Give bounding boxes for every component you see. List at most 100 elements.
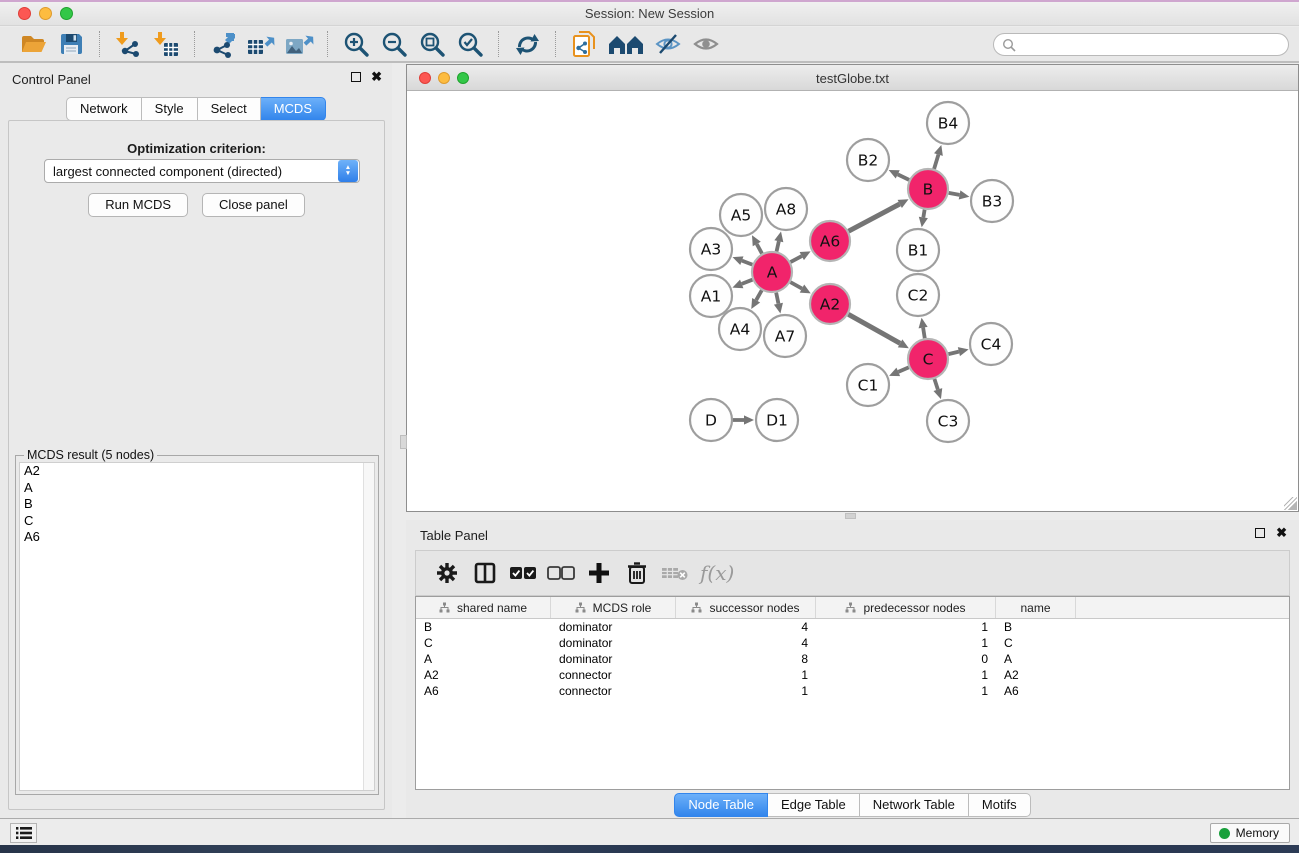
delete-table-icon[interactable] <box>660 558 690 588</box>
close-panel-button[interactable]: Close panel <box>202 193 305 217</box>
table-cell[interactable]: A <box>416 652 551 666</box>
tab-style[interactable]: Style <box>142 97 198 121</box>
graph-node-A6[interactable]: A6 <box>810 221 850 261</box>
table-row[interactable]: A6connector11A6 <box>416 683 1289 699</box>
graph-node-C[interactable]: C <box>908 339 948 379</box>
graph-node-B4[interactable]: B4 <box>927 102 969 144</box>
refresh-icon[interactable] <box>511 29 543 59</box>
table-cell[interactable]: 4 <box>676 620 816 634</box>
table-cell[interactable]: C <box>416 636 551 650</box>
graph-node-A2[interactable]: A2 <box>810 284 850 324</box>
graph-edge-C-C3[interactable] <box>933 379 942 399</box>
document-share-icon[interactable] <box>568 29 600 59</box>
gear-icon[interactable] <box>432 558 462 588</box>
graph-node-B3[interactable]: B3 <box>971 180 1013 222</box>
graph-edge-A-A8[interactable] <box>774 231 783 251</box>
eye-slash-icon[interactable] <box>652 29 684 59</box>
table-row[interactable]: Adominator80A <box>416 651 1289 667</box>
table-cell[interactable]: connector <box>551 668 676 682</box>
task-history-button[interactable] <box>10 823 37 843</box>
column-header-predecessor-nodes[interactable]: predecessor nodes <box>816 597 996 618</box>
graph-edge-D-D1[interactable] <box>733 415 754 424</box>
import-network-icon[interactable] <box>112 29 144 59</box>
graph-edge-A-A2[interactable] <box>790 282 810 293</box>
eye-icon[interactable] <box>690 29 722 59</box>
table-cell[interactable]: dominator <box>551 636 676 650</box>
table-cell[interactable]: 4 <box>676 636 816 650</box>
search-input[interactable] <box>993 33 1289 56</box>
table-cell[interactable]: B <box>996 620 1076 634</box>
graph-node-A1[interactable]: A1 <box>690 275 732 317</box>
tab-motifs[interactable]: Motifs <box>969 793 1031 817</box>
table-cell[interactable]: 1 <box>676 668 816 682</box>
mcds-result-list[interactable]: A2ABCA6 <box>19 462 375 791</box>
zoom-fit-icon[interactable] <box>416 29 448 59</box>
graph-edge-A6-B[interactable] <box>849 199 909 231</box>
resize-grip-icon[interactable] <box>1284 497 1297 510</box>
column-header-name[interactable]: name <box>996 597 1076 618</box>
table-cell[interactable]: A2 <box>416 668 551 682</box>
column-header-MCDS-role[interactable]: MCDS role <box>551 597 676 618</box>
add-icon[interactable] <box>584 558 614 588</box>
graph-node-A3[interactable]: A3 <box>690 228 732 270</box>
mcds-result-item[interactable]: A6 <box>20 529 374 546</box>
trash-icon[interactable] <box>622 558 652 588</box>
table-row[interactable]: A2connector11A2 <box>416 667 1289 683</box>
graph-node-A8[interactable]: A8 <box>765 188 807 230</box>
graph-edge-A-A5[interactable] <box>752 235 762 253</box>
export-image-icon[interactable] <box>283 29 315 59</box>
graph-node-C3[interactable]: C3 <box>927 400 969 442</box>
close-table-panel-icon[interactable]: ✖ <box>1276 528 1287 538</box>
graph-edge-B-B1[interactable] <box>919 210 928 228</box>
double-home-icon[interactable] <box>606 29 646 59</box>
import-table-icon[interactable] <box>150 29 182 59</box>
graph-edge-B-B3[interactable] <box>949 190 970 199</box>
network-canvas[interactable]: B4B2BB3A5A8A6B1A3AA1C2A2A4A7C4CC1C3DD1 <box>407 91 1298 511</box>
zoom-out-icon[interactable] <box>378 29 410 59</box>
graph-edge-A-A4[interactable] <box>751 290 761 309</box>
table-row[interactable]: Cdominator41C <box>416 635 1289 651</box>
graph-node-D1[interactable]: D1 <box>756 399 798 441</box>
graph-node-C2[interactable]: C2 <box>897 274 939 316</box>
table-cell[interactable]: 1 <box>816 620 996 634</box>
table-cell[interactable]: 1 <box>816 684 996 698</box>
table-cell[interactable]: A6 <box>416 684 551 698</box>
graph-node-D[interactable]: D <box>690 399 732 441</box>
table-cell[interactable]: 8 <box>676 652 816 666</box>
vertical-splitter-handle[interactable] <box>400 435 407 449</box>
optimization-criterion-select[interactable]: largest connected component (directed) ▲… <box>44 159 360 183</box>
tab-network[interactable]: Network <box>66 97 142 121</box>
graph-node-A7[interactable]: A7 <box>764 315 806 357</box>
tab-select[interactable]: Select <box>198 97 261 121</box>
run-mcds-button[interactable]: Run MCDS <box>88 193 188 217</box>
graph-node-C1[interactable]: C1 <box>847 364 889 406</box>
column-header-successor-nodes[interactable]: successor nodes <box>676 597 816 618</box>
select-all-icon[interactable] <box>508 558 538 588</box>
table-cell[interactable]: dominator <box>551 652 676 666</box>
node-table[interactable]: shared nameMCDS rolesuccessor nodesprede… <box>415 596 1290 790</box>
export-network-icon[interactable] <box>207 29 239 59</box>
columns-icon[interactable] <box>470 558 500 588</box>
table-cell[interactable]: connector <box>551 684 676 698</box>
memory-button[interactable]: Memory <box>1210 823 1290 843</box>
deselect-all-icon[interactable] <box>546 558 576 588</box>
mcds-result-item[interactable]: B <box>20 496 374 513</box>
function-builder-icon[interactable]: f(x) <box>700 561 734 585</box>
horizontal-splitter-handle[interactable] <box>845 513 856 519</box>
mcds-result-item[interactable]: C <box>20 513 374 530</box>
graph-edge-C-C2[interactable] <box>919 318 928 339</box>
table-cell[interactable]: 1 <box>676 684 816 698</box>
tab-node-table[interactable]: Node Table <box>674 793 768 817</box>
zoom-in-icon[interactable] <box>340 29 372 59</box>
network-window-titlebar[interactable]: testGlobe.txt <box>407 65 1298 91</box>
graph-node-B2[interactable]: B2 <box>847 139 889 181</box>
table-cell[interactable]: A2 <box>996 668 1076 682</box>
tab-edge-table[interactable]: Edge Table <box>768 793 860 817</box>
graph-edge-A-A7[interactable] <box>774 293 783 314</box>
table-cell[interactable]: 0 <box>816 652 996 666</box>
zoom-selected-icon[interactable] <box>454 29 486 59</box>
close-panel-icon[interactable]: ✖ <box>371 72 382 82</box>
graph-node-B[interactable]: B <box>908 169 948 209</box>
graph-node-A4[interactable]: A4 <box>719 308 761 350</box>
table-cell[interactable]: A <box>996 652 1076 666</box>
